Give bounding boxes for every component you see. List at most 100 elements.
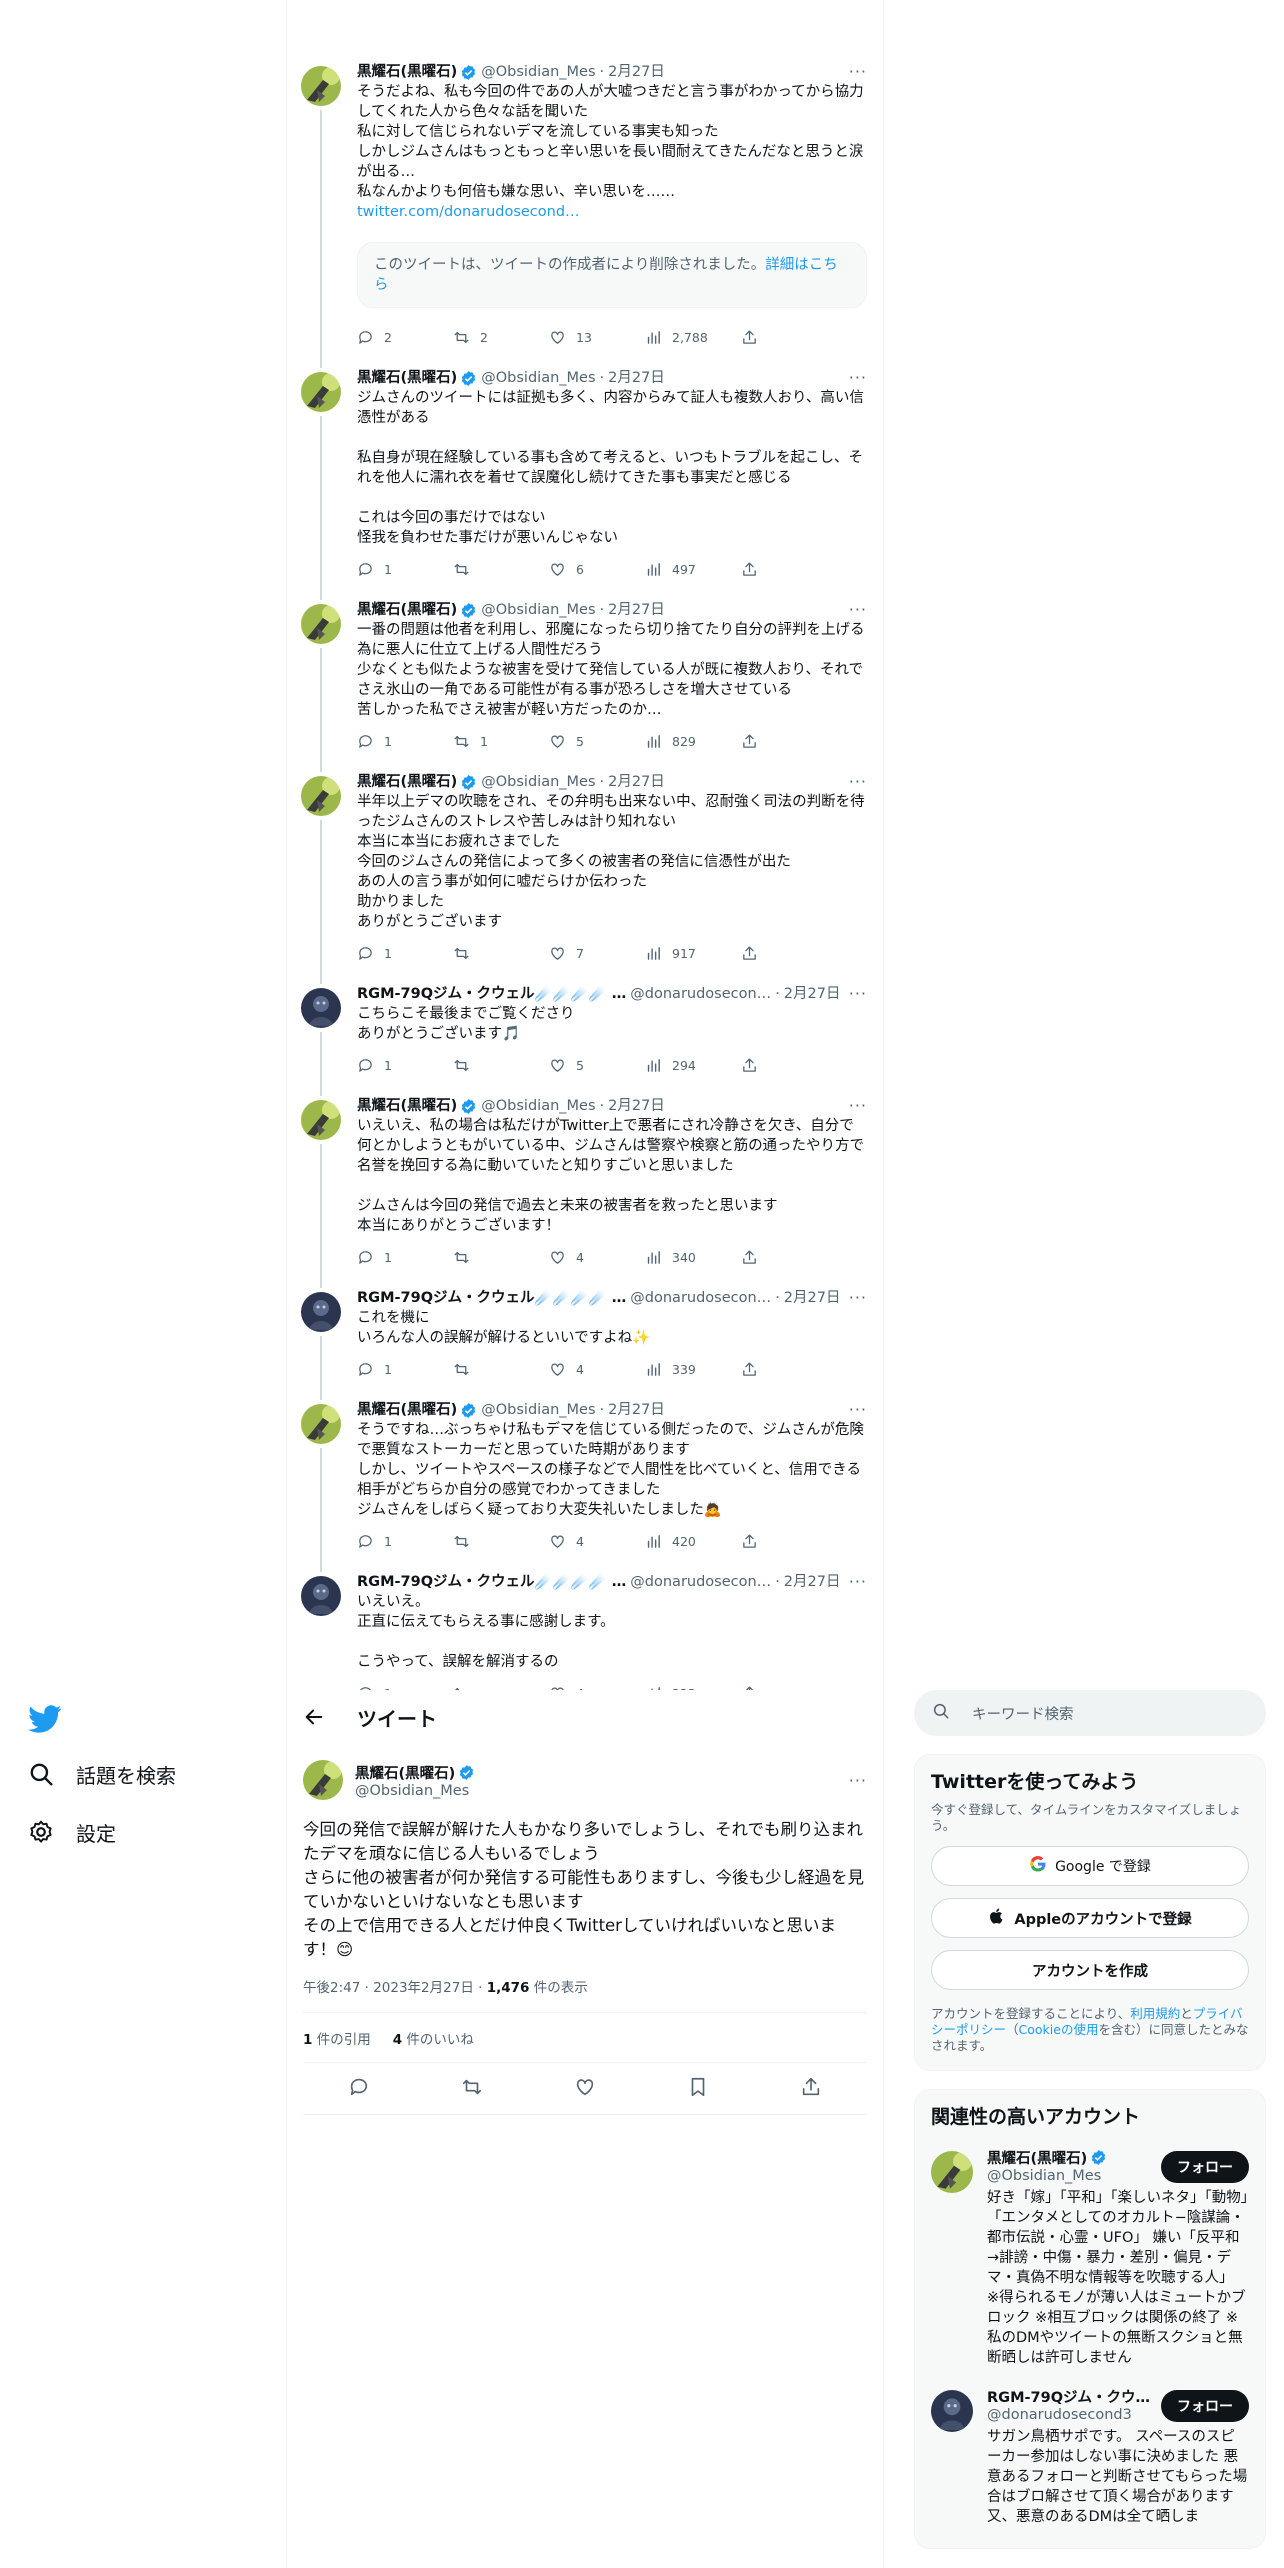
retweet-button[interactable] xyxy=(453,1361,549,1378)
share-button[interactable] xyxy=(741,1249,768,1266)
more-options-icon[interactable]: ··· xyxy=(849,368,867,388)
like-button[interactable]: 4 xyxy=(549,1533,645,1550)
tweet-date[interactable]: 2月27日 xyxy=(608,1096,665,1116)
thread-tweet[interactable]: 黒耀石(黒曜石) @Obsidian_Mes · 2月27日 ··· 一番の問題は他者を利… xyxy=(287,592,883,772)
back-arrow-icon[interactable] xyxy=(303,1706,325,1728)
twitter-logo-icon[interactable] xyxy=(28,1702,62,1736)
avatar[interactable] xyxy=(301,1576,341,1616)
avatar[interactable] xyxy=(301,1100,341,1140)
author-handle[interactable]: @Obsidian_Mes xyxy=(481,62,595,82)
share-button[interactable] xyxy=(741,733,768,750)
share-button[interactable] xyxy=(741,1057,768,1074)
tweet-date[interactable]: 2月27日 xyxy=(608,600,665,620)
author-name[interactable]: RGM-79Qジム・クウェル☄️☄️☄️☄️ … xyxy=(357,1288,626,1308)
thread-tweet[interactable]: 黒耀石(黒曜石) @Obsidian_Mes · 2月27日 ··· いえいえ、私の場合は… xyxy=(287,1088,883,1288)
author-name[interactable]: 黒耀石(黒曜石) xyxy=(357,600,457,620)
like-button[interactable]: 6 xyxy=(549,561,645,578)
reply-button[interactable]: 1 xyxy=(357,945,453,962)
retweet-button[interactable]: 1 xyxy=(453,733,549,750)
google-signup-button[interactable]: Google で登録 xyxy=(931,1846,1249,1886)
tweet-date[interactable]: 2月27日 xyxy=(608,772,665,792)
reply-icon[interactable] xyxy=(348,2076,370,2102)
author-name[interactable]: 黒耀石(黒曜石) xyxy=(357,368,457,388)
search-input[interactable]: キーワード検索 xyxy=(914,1690,1266,1736)
like-icon[interactable] xyxy=(574,2076,596,2102)
follow-button[interactable]: フォロー xyxy=(1161,2151,1249,2183)
author-name[interactable]: RGM-79Qジム・クウェル☄️☄️☄️☄️ … xyxy=(357,984,626,1004)
author-name[interactable]: 黒耀石(黒曜石) xyxy=(357,772,457,792)
tweet-date[interactable]: 2月27日 xyxy=(608,368,665,388)
tweet-time[interactable]: 午後2:47 xyxy=(303,1980,360,1996)
tweet-date[interactable]: 2023年2月27日 xyxy=(373,1980,474,1996)
avatar[interactable] xyxy=(931,2151,973,2193)
more-options-icon[interactable]: ··· xyxy=(849,1400,867,1420)
more-options-icon[interactable]: ··· xyxy=(849,1096,867,1116)
thread-tweet[interactable]: 黒耀石(黒曜石) @Obsidian_Mes · 2月27日 ··· 半年以上デマの吹聴を… xyxy=(287,764,883,984)
like-button[interactable]: 13 xyxy=(549,329,645,346)
retweet-button[interactable] xyxy=(453,945,549,962)
retweet-button[interactable] xyxy=(453,1249,549,1266)
thread-tweet[interactable]: 黒耀石(黒曜石) @Obsidian_Mes · 2月27日 ··· そうだよね、私も今回… xyxy=(287,54,883,368)
avatar[interactable] xyxy=(301,604,341,644)
avatar[interactable] xyxy=(301,372,341,412)
retweet-icon[interactable] xyxy=(461,2076,483,2102)
reply-button[interactable]: 1 xyxy=(357,1361,453,1378)
more-options-icon[interactable]: ··· xyxy=(849,984,867,1004)
create-account-button[interactable]: アカウントを作成 xyxy=(931,1950,1249,1990)
nav-explore[interactable]: 話題を検索 xyxy=(28,1760,176,1789)
views-button[interactable]: 294 xyxy=(645,1057,741,1074)
author-name[interactable]: 黒耀石(黒曜石) xyxy=(357,62,457,82)
avatar[interactable] xyxy=(301,1292,341,1332)
retweet-button[interactable] xyxy=(453,1057,549,1074)
apple-signup-button[interactable]: Appleのアカウントで登録 xyxy=(931,1898,1249,1938)
reply-button[interactable]: 2 xyxy=(357,329,453,346)
quotes-stat[interactable]: 1 件の引用 xyxy=(303,2028,371,2048)
terms-link[interactable]: 利用規約 xyxy=(1130,2006,1180,2021)
more-options-icon[interactable]: ··· xyxy=(849,772,867,792)
more-options-icon[interactable]: ··· xyxy=(849,62,867,82)
like-button[interactable]: 4 xyxy=(549,1249,645,1266)
author-name[interactable]: 黒耀石(黒曜石) xyxy=(357,1400,457,1420)
thread-tweet[interactable]: RGM-79Qジム・クウェル☄️☄️☄️☄️ … @donarudosecon… ·… xyxy=(287,1564,883,1694)
author-handle[interactable]: @Obsidian_Mes xyxy=(355,1783,475,1799)
tweet-date[interactable]: 2月27日 xyxy=(608,1400,665,1420)
views-button[interactable]: 2,788 xyxy=(645,329,741,346)
tweet-date[interactable]: 2月27日 xyxy=(784,1288,841,1308)
tweet-link[interactable]: twitter.com/donarudosecond… xyxy=(357,202,867,222)
author-handle[interactable]: @Obsidian_Mes xyxy=(481,1400,595,1420)
like-button[interactable]: 5 xyxy=(549,733,645,750)
thread-tweet[interactable]: 黒耀石(黒曜石) @Obsidian_Mes · 2月27日 ··· ジムさんのツイートに… xyxy=(287,360,883,600)
retweet-button[interactable]: 2 xyxy=(453,329,549,346)
more-options-icon[interactable]: ··· xyxy=(849,600,867,620)
author-handle[interactable]: @donarudosecon… xyxy=(630,984,771,1004)
author-name[interactable]: RGM-79Qジム・クウェル☄️☄️☄️☄️ … xyxy=(357,1572,626,1592)
thread-tweet[interactable]: 黒耀石(黒曜石) @Obsidian_Mes · 2月27日 ··· そうですね…ぶっちゃ… xyxy=(287,1392,883,1572)
reply-button[interactable]: 1 xyxy=(357,1057,453,1074)
likes-stat[interactable]: 4 件のいいね xyxy=(393,2028,474,2048)
follow-button[interactable]: フォロー xyxy=(1161,2390,1249,2422)
retweet-button[interactable] xyxy=(453,561,549,578)
author-handle[interactable]: @donarudosecon… xyxy=(630,1288,771,1308)
tweet-date[interactable]: 2月27日 xyxy=(608,62,665,82)
views-button[interactable]: 340 xyxy=(645,1249,741,1266)
views-button[interactable]: 339 xyxy=(645,1361,741,1378)
retweet-button[interactable] xyxy=(453,1533,549,1550)
cookie-link[interactable]: Cookieの使用 xyxy=(1019,2022,1099,2037)
avatar[interactable] xyxy=(301,66,341,106)
avatar[interactable] xyxy=(301,1404,341,1444)
author-name[interactable]: 黒耀石(黒曜石) xyxy=(357,1096,457,1116)
views-button[interactable]: 917 xyxy=(645,945,741,962)
author-handle[interactable]: @donarudosecon… xyxy=(630,1572,771,1592)
related-account[interactable]: RGM-79Qジム・クウ… @donarudosecond3 サガン鳥栖サポです… xyxy=(931,2386,1249,2527)
more-options-icon[interactable]: ··· xyxy=(849,1572,867,1592)
author-handle[interactable]: @Obsidian_Mes xyxy=(481,1096,595,1116)
thread-tweet[interactable]: RGM-79Qジム・クウェル☄️☄️☄️☄️ … @donarudosecon… ·… xyxy=(287,976,883,1096)
avatar[interactable] xyxy=(301,776,341,816)
nav-settings[interactable]: 設定 xyxy=(28,1818,116,1847)
more-options-icon[interactable]: ··· xyxy=(849,1288,867,1308)
reply-button[interactable]: 1 xyxy=(357,1533,453,1550)
author-name[interactable]: 黒耀石(黒曜石) xyxy=(355,1762,475,1783)
like-button[interactable]: 4 xyxy=(549,1361,645,1378)
reply-button[interactable]: 1 xyxy=(357,733,453,750)
related-account[interactable]: 黒耀石(黒曜石) @Obsidian_Mes 好き「嫁」「平和」「楽しいネタ」「… xyxy=(931,2147,1249,2368)
